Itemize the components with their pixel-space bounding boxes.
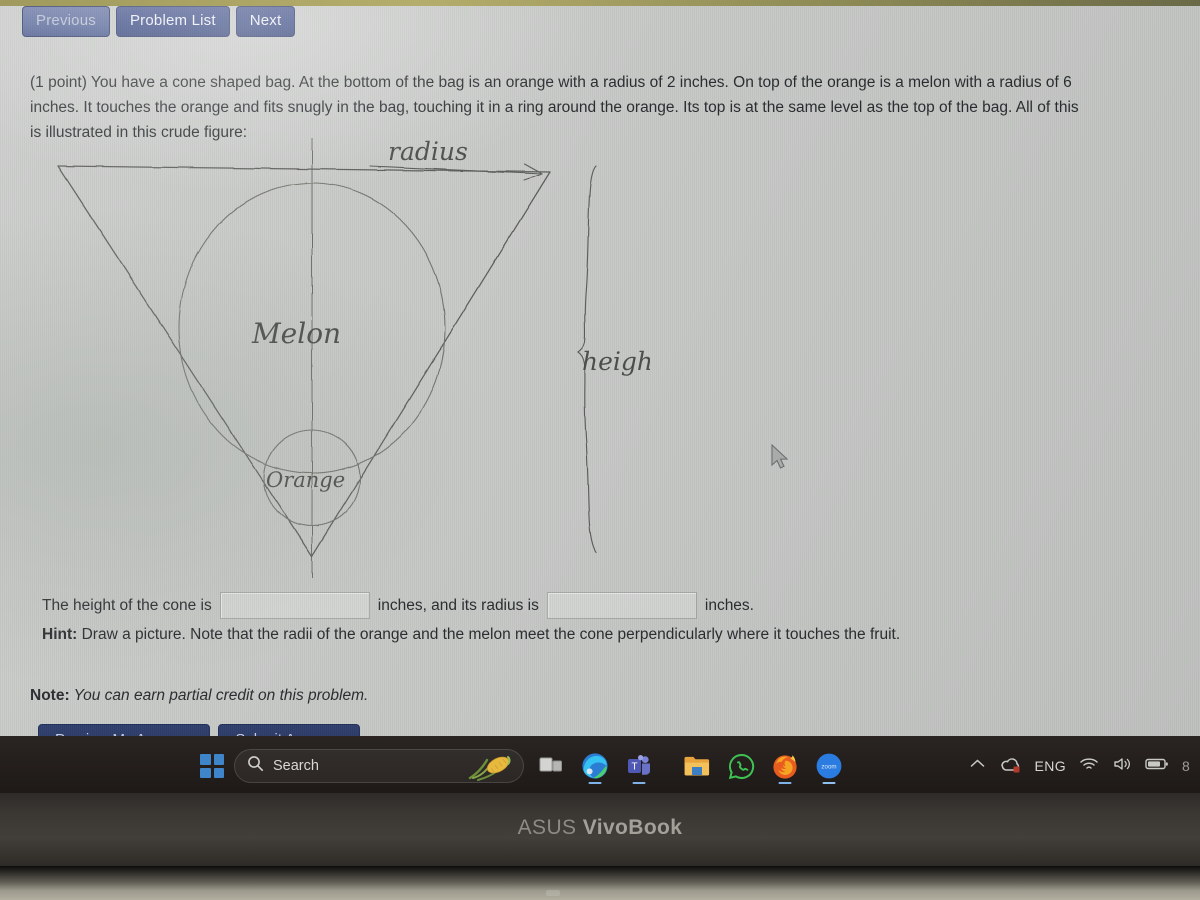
laptop-brand: ASUS VivoBook bbox=[0, 816, 1200, 840]
zoom-icon[interactable]: zoom bbox=[812, 749, 846, 784]
laptop-screen: Previous Problem List Next (1 point) You… bbox=[0, 6, 1200, 745]
laptop-deck-edge bbox=[0, 866, 1200, 900]
microsoft-edge-icon[interactable] bbox=[578, 749, 612, 784]
search-placeholder-label: Search bbox=[273, 758, 319, 774]
brand-vivobook: VivoBook bbox=[582, 816, 683, 839]
next-button[interactable]: Next bbox=[235, 6, 296, 37]
answer-prefix-label: The height of the cone is bbox=[42, 596, 212, 614]
figure-melon-label: Melon bbox=[251, 317, 341, 350]
problem-points: (1 point) bbox=[30, 74, 87, 91]
note-text: You can earn partial credit on this prob… bbox=[69, 687, 369, 704]
svg-text:zoom: zoom bbox=[821, 763, 836, 770]
taskbar-center-group: Search T zoom bbox=[200, 736, 846, 796]
windows-start-icon[interactable] bbox=[200, 754, 224, 778]
problem-list-button[interactable]: Problem List bbox=[115, 6, 230, 37]
running-indicator bbox=[822, 781, 836, 784]
problem-navigation-bar: Previous Problem List Next bbox=[22, 6, 296, 37]
task-view-icon[interactable] bbox=[534, 749, 568, 783]
running-indicator bbox=[588, 781, 602, 784]
microsoft-teams-icon[interactable]: T bbox=[622, 749, 656, 784]
svg-text:T: T bbox=[631, 762, 637, 773]
hint-label: Hint: bbox=[42, 626, 78, 643]
start-quadrant bbox=[200, 754, 211, 765]
corn-illustration-icon bbox=[467, 754, 513, 782]
note-line: Note: You can earn partial credit on thi… bbox=[30, 687, 368, 705]
brand-asus: ASUS bbox=[517, 816, 577, 839]
mouse-cursor bbox=[770, 443, 792, 477]
start-quadrant bbox=[200, 767, 211, 778]
start-quadrant bbox=[213, 767, 224, 778]
hint-line: Hint: Draw a picture. Note that the radi… bbox=[42, 626, 1102, 644]
taskbar-search-box[interactable]: Search bbox=[234, 749, 524, 783]
answer-suffix-label: inches. bbox=[704, 596, 754, 614]
wifi-icon[interactable] bbox=[1079, 756, 1099, 777]
windows-taskbar: Search T zoom ENG 8 bbox=[0, 736, 1200, 796]
file-explorer-icon[interactable] bbox=[680, 749, 714, 783]
note-label: Note: bbox=[30, 687, 70, 704]
radius-answer-input[interactable] bbox=[546, 592, 697, 619]
problem-statement: (1 point) You have a cone shaped bag. At… bbox=[30, 70, 1085, 145]
webwork-problem-page: Previous Problem List Next (1 point) You… bbox=[0, 6, 1200, 745]
answer-middle-label: inches, and its radius is bbox=[377, 596, 539, 614]
laptop-bezel: ASUS VivoBook bbox=[0, 793, 1200, 900]
chevron-up-icon[interactable] bbox=[969, 757, 986, 775]
running-indicator bbox=[778, 781, 792, 784]
figure-height-label: height bbox=[582, 347, 650, 376]
firefox-icon[interactable] bbox=[768, 749, 802, 784]
laptop-screen-photo: Previous Problem List Next (1 point) You… bbox=[0, 0, 1200, 900]
running-indicator bbox=[632, 781, 646, 784]
clock-partial[interactable]: 8 bbox=[1182, 758, 1194, 774]
figure-orange-label: Orange bbox=[266, 468, 345, 492]
start-quadrant bbox=[213, 754, 224, 765]
speaker-icon[interactable] bbox=[1112, 756, 1132, 777]
laptop-hinge-nub bbox=[546, 890, 560, 896]
answer-row: The height of the cone is inches, and it… bbox=[42, 592, 1092, 619]
onedrive-sync-icon[interactable] bbox=[999, 754, 1021, 779]
hint-text: Draw a picture. Note that the radii of t… bbox=[77, 626, 901, 643]
whatsapp-icon[interactable] bbox=[724, 749, 758, 783]
system-tray: ENG 8 bbox=[969, 736, 1194, 796]
previous-button[interactable]: Previous bbox=[22, 6, 110, 37]
hand-drawn-figure: radius height Melon Orange bbox=[30, 138, 650, 588]
problem-text: You have a cone shaped bag. At the botto… bbox=[30, 74, 1079, 141]
battery-icon[interactable] bbox=[1145, 757, 1169, 776]
language-indicator[interactable]: ENG bbox=[1034, 758, 1066, 774]
figure-radius-label: radius bbox=[388, 138, 468, 166]
search-icon bbox=[247, 755, 264, 777]
height-answer-input[interactable] bbox=[219, 592, 370, 619]
